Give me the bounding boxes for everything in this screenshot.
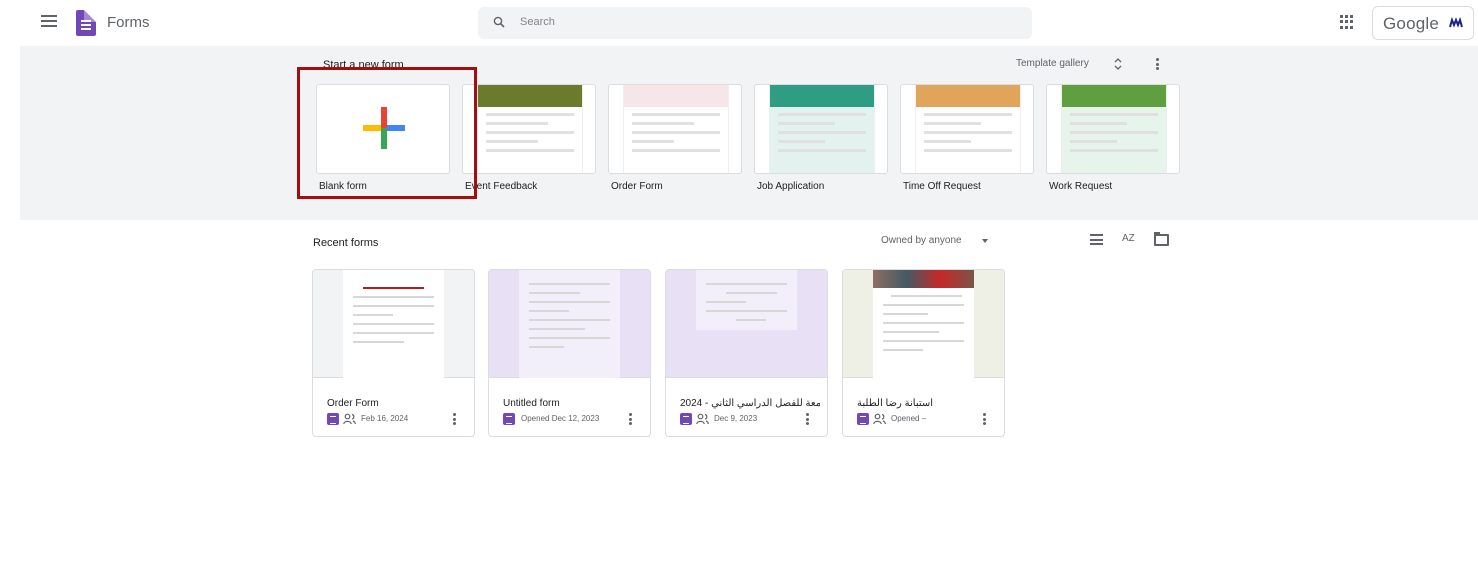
thumbnail-banner [916, 85, 1020, 107]
template-label[interactable]: Job Application [757, 181, 824, 192]
shared-icon [873, 413, 886, 425]
form-preview [666, 270, 827, 378]
template-thumbnail [915, 85, 1021, 173]
template-blank-form[interactable] [316, 84, 450, 174]
template-work-request[interactable] [1046, 84, 1180, 174]
card-title: Order Form [327, 398, 379, 409]
dropdown-arrow-icon[interactable] [982, 239, 988, 243]
more-vert-icon[interactable] [629, 413, 632, 425]
card-title: Untitled form [503, 398, 560, 409]
recent-form-card[interactable]: 2024 - يــامعة للفصل الدراسي الثاني Dec … [665, 269, 828, 437]
template-event-feedback[interactable] [462, 84, 596, 174]
template-label[interactable]: Work Request [1049, 181, 1112, 192]
shared-icon [696, 413, 709, 425]
list-view-icon[interactable] [1090, 234, 1103, 245]
more-vert-icon[interactable] [453, 413, 456, 425]
plus-icon-vertical [381, 107, 387, 149]
template-thumbnail [477, 85, 583, 173]
card-date: Dec 9, 2023 [714, 414, 758, 423]
top-bar: Forms Search Google [8, 0, 1478, 46]
recent-form-card[interactable]: استبانة رضا الطلبة Opened – [842, 269, 1005, 437]
template-thumbnail [623, 85, 729, 173]
more-vert-icon[interactable] [983, 413, 986, 425]
search-input[interactable]: Search [520, 16, 555, 28]
template-strip: Start a new form Template gallery Blank … [20, 46, 1478, 220]
template-label[interactable]: Event Feedback [465, 181, 537, 192]
recent-form-card[interactable]: Order Form Feb 16, 2024 [312, 269, 475, 437]
template-label[interactable]: Time Off Request [903, 181, 981, 192]
card-title: 2024 - يــامعة للفصل الدراسي الثاني [680, 398, 820, 409]
app-title[interactable]: Forms [107, 14, 150, 31]
forms-icon [680, 413, 692, 425]
form-preview [843, 270, 1004, 378]
menu-icon[interactable] [41, 15, 57, 29]
thumbnail-banner [770, 85, 874, 107]
thumbnail-banner [1062, 85, 1166, 107]
form-preview [313, 270, 474, 378]
search-bar[interactable]: Search [478, 7, 1032, 39]
forms-home: Forms Search Google Start a new form Tem… [8, 0, 1478, 582]
template-order-form[interactable] [608, 84, 742, 174]
recent-forms-heading: Recent forms [313, 237, 379, 249]
owner-filter-dropdown[interactable]: Owned by anyone [881, 235, 962, 246]
template-more-icon[interactable] [1156, 58, 1160, 70]
shared-icon [343, 413, 356, 425]
forms-icon [857, 413, 869, 425]
card-date: Opened – [891, 414, 927, 423]
account-switcher[interactable]: Google [1372, 6, 1474, 40]
start-new-form-heading: Start a new form [323, 59, 404, 71]
forms-icon [327, 413, 339, 425]
template-time-off-request[interactable] [900, 84, 1034, 174]
template-label[interactable]: Blank form [319, 181, 367, 192]
template-job-application[interactable] [754, 84, 888, 174]
card-title: استبانة رضا الطلبة [857, 398, 934, 409]
folder-icon[interactable] [1154, 232, 1169, 246]
forms-logo-icon[interactable] [76, 10, 96, 36]
thumbnail-banner [478, 85, 582, 107]
form-preview [489, 270, 650, 378]
card-date: Feb 16, 2024 [361, 414, 409, 423]
more-vert-icon[interactable] [806, 413, 809, 425]
google-apps-icon[interactable] [1340, 15, 1354, 29]
account-avatar-icon[interactable] [1449, 17, 1463, 29]
recent-form-card[interactable]: Untitled form Opened Dec 12, 2023 [488, 269, 651, 437]
template-label[interactable]: Order Form [611, 181, 663, 192]
search-icon[interactable] [493, 16, 505, 28]
unfold-icon[interactable] [1114, 58, 1122, 70]
template-thumbnail [1061, 85, 1167, 173]
forms-icon [503, 413, 515, 425]
template-thumbnail [769, 85, 875, 173]
google-label: Google [1383, 14, 1440, 33]
thumbnail-banner [624, 85, 728, 107]
sort-az-icon[interactable]: AZ [1122, 233, 1135, 244]
card-date: Opened Dec 12, 2023 [521, 414, 600, 423]
template-gallery-button[interactable]: Template gallery [1016, 58, 1089, 69]
